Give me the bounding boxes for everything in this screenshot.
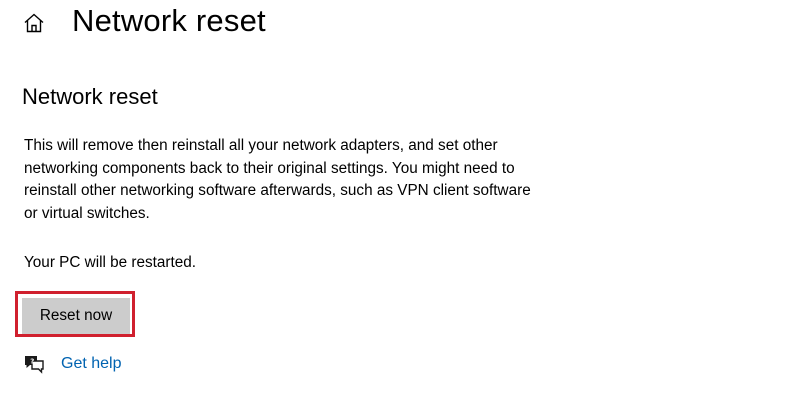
settings-page: Network reset Network reset This will re…	[0, 0, 800, 403]
get-help-link[interactable]: Get help	[61, 352, 121, 376]
home-icon[interactable]	[22, 11, 46, 35]
restart-note: Your PC will be restarted.	[24, 254, 197, 271]
reset-description: This will remove then reinstall all your…	[24, 137, 531, 222]
reset-now-button[interactable]: Reset now	[22, 298, 130, 334]
page-title: Network reset	[72, 3, 266, 38]
page-header	[22, 0, 46, 46]
chat-help-icon: ?	[22, 353, 46, 375]
svg-text:?: ?	[30, 358, 34, 366]
section-title: Network reset	[22, 84, 158, 109]
get-help-link-row[interactable]: ? Get help	[22, 352, 121, 376]
